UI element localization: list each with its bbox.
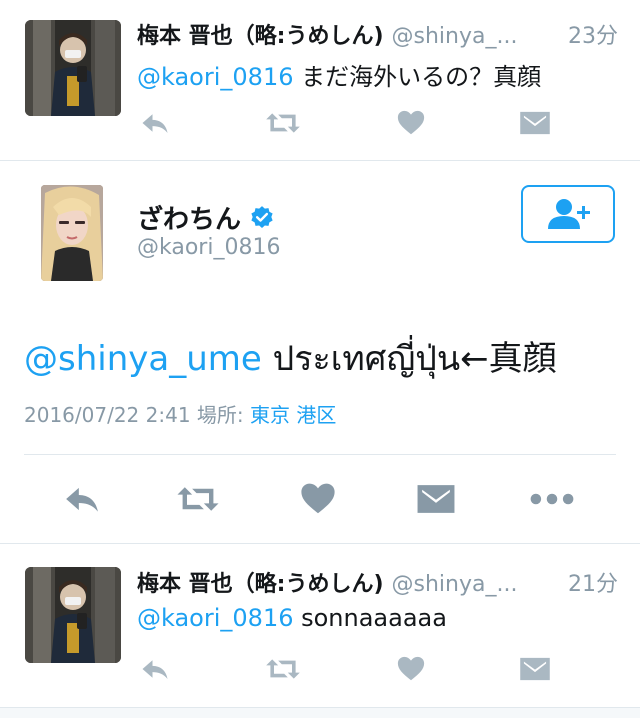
verified-badge-icon	[251, 205, 273, 228]
tweet-text: @shinya_ume ประเทศญี่ปุ่น←真顔	[24, 331, 557, 385]
heart-icon	[396, 654, 426, 684]
tweet-body: まだ海外いるの？真顔	[293, 63, 542, 91]
reply-tweet[interactable]: 梅本 晋也（略:うめしん) @shinya_... 21分 @kaori_0816…	[0, 544, 640, 708]
retweet-icon	[265, 654, 301, 684]
avatar[interactable]	[25, 20, 121, 116]
timeline-gap	[0, 708, 640, 718]
retweet-button[interactable]	[265, 106, 301, 140]
heart-icon	[396, 108, 426, 138]
dm-button[interactable]	[517, 106, 553, 140]
dm-button[interactable]	[517, 652, 553, 686]
more-dots-icon	[530, 491, 574, 507]
retweet-icon	[265, 108, 301, 138]
more-button[interactable]	[530, 477, 574, 521]
tweet-header: 梅本 晋也（略:うめしん) @shinya_...	[137, 18, 517, 50]
user-name: ざわちん	[137, 205, 242, 235]
mention-link[interactable]: @kaori_0816	[137, 604, 293, 632]
tweet-text: @kaori_0816 sonnaaaaaa	[137, 604, 447, 632]
envelope-icon	[519, 109, 551, 137]
divider	[24, 454, 616, 455]
like-button[interactable]	[296, 477, 340, 521]
like-button[interactable]	[393, 652, 429, 686]
tweet-actions	[137, 652, 567, 686]
tweet-header: 梅本 晋也（略:うめしん) @shinya_...	[137, 566, 517, 598]
reply-button[interactable]	[137, 106, 173, 140]
reply-icon	[63, 480, 101, 518]
avatar[interactable]	[41, 185, 103, 281]
tweet-time: 21分	[568, 572, 618, 597]
tweet-meta: 2016/07/22 2:41 場所: 東京 港区	[24, 399, 336, 428]
reply-icon	[140, 654, 170, 684]
user-handle[interactable]: @kaori_0816	[137, 235, 280, 260]
tweet-actions	[137, 106, 567, 140]
tweet-body: sonnaaaaaa	[293, 604, 447, 632]
tweet-date: 2016/07/22 2:41	[24, 403, 191, 427]
reply-button[interactable]	[60, 477, 104, 521]
user-handle[interactable]: @shinya_...	[392, 572, 518, 597]
heart-icon	[299, 480, 337, 518]
dm-button[interactable]	[414, 477, 458, 521]
user-name[interactable]: 梅本 晋也（略:うめしん)	[137, 24, 384, 49]
mention-link[interactable]: @shinya_ume	[24, 339, 262, 379]
tweet-body: ประเทศญี่ปุ่น←真顔	[261, 339, 557, 379]
tweet-text: @kaori_0816 まだ海外いるの？真顔	[137, 57, 541, 92]
tweet-actions	[24, 477, 616, 521]
reply-button[interactable]	[137, 652, 173, 686]
user-name[interactable]: 梅本 晋也（略:うめしん)	[137, 572, 384, 597]
add-user-icon	[548, 199, 590, 229]
reply-tweet[interactable]: 梅本 晋也（略:うめしん) @shinya_... 23分 @kaori_0816…	[0, 0, 640, 160]
display-name[interactable]: ざわちん	[137, 199, 275, 236]
retweet-button[interactable]	[265, 652, 301, 686]
reply-icon	[140, 108, 170, 138]
like-button[interactable]	[393, 106, 429, 140]
retweet-icon	[176, 480, 220, 518]
tweet-time: 23分	[568, 24, 618, 49]
envelope-icon	[519, 655, 551, 683]
retweet-button[interactable]	[176, 477, 220, 521]
location-link[interactable]: 東京 港区	[250, 403, 336, 427]
user-handle[interactable]: @shinya_...	[392, 24, 518, 49]
avatar[interactable]	[25, 567, 121, 663]
mention-link[interactable]: @kaori_0816	[137, 63, 293, 91]
main-tweet: ざわちん @kaori_0816 @shinya_ume ประเทศญี่ปุ…	[0, 161, 640, 543]
follow-button[interactable]	[521, 185, 615, 243]
envelope-icon	[416, 481, 456, 517]
location-label: 場所:	[196, 403, 244, 427]
